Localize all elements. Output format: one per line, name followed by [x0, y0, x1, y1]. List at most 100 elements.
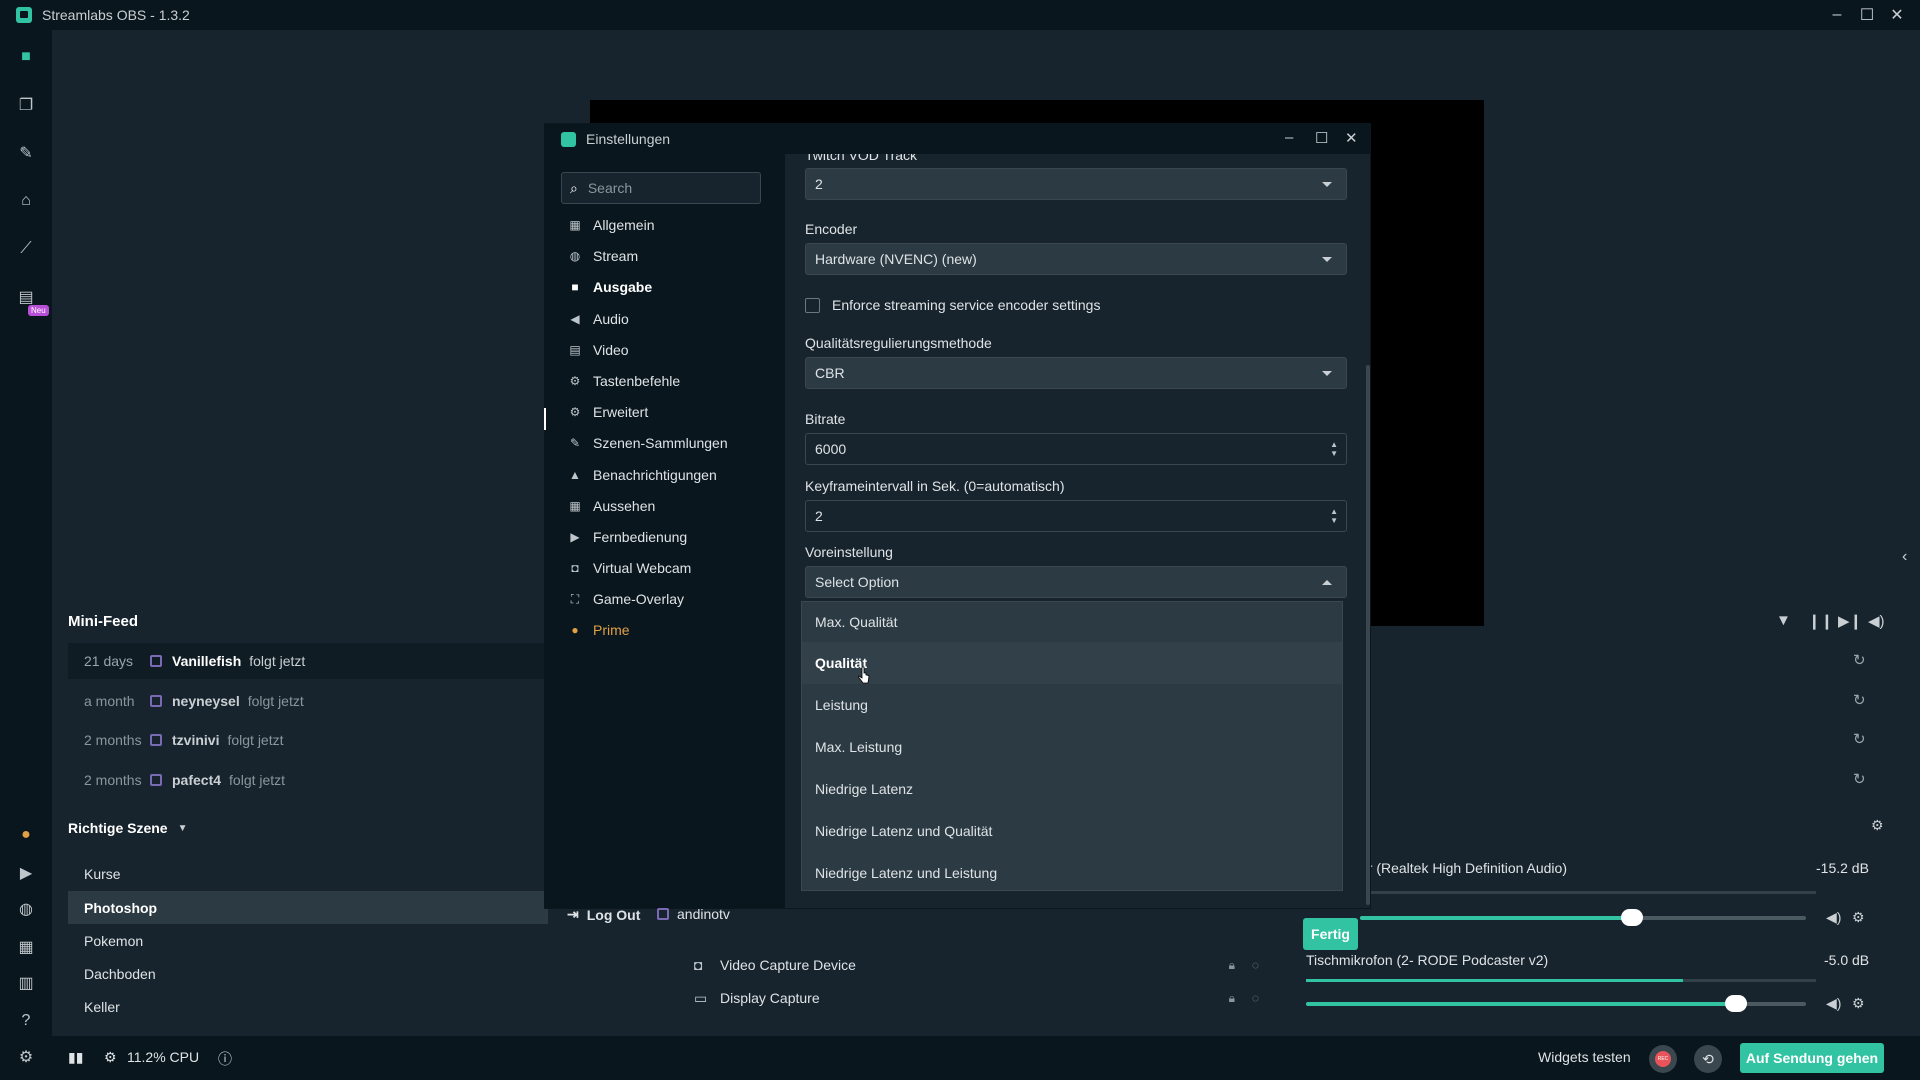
close-icon[interactable]: ✕: [1882, 0, 1912, 30]
scene-item[interactable]: Kurse: [68, 857, 548, 890]
minimize-icon[interactable]: –: [1822, 0, 1852, 30]
vod-track-select[interactable]: 2: [805, 168, 1347, 200]
track-gear-icon[interactable]: ⚙: [1852, 909, 1865, 926]
library-icon[interactable]: ▥: [15, 972, 37, 994]
preset-option[interactable]: Niedrige Latenz: [802, 768, 1342, 810]
category-erweitert[interactable]: ⚙ Erweitert: [567, 401, 649, 423]
category-ausgabe[interactable]: ■ Ausgabe: [567, 276, 652, 298]
scene-item[interactable]: Photoshop: [68, 891, 548, 924]
active-category-marker: [544, 408, 546, 430]
visibility-icon[interactable]: ◌: [1252, 991, 1259, 1005]
preset-option[interactable]: Niedrige Latenz und Qualität: [802, 810, 1342, 852]
dashboard-chart-icon[interactable]: ⟋: [15, 238, 37, 260]
source-item[interactable]: ◘ Video Capture Device 🔒︎ ◌: [680, 950, 1275, 980]
lock-icon[interactable]: 🔒︎: [1229, 958, 1235, 973]
twitch-icon: [150, 695, 162, 707]
twitch-icon: [150, 774, 162, 786]
logout-button[interactable]: ⇥ Log Out: [567, 906, 640, 923]
preset-option[interactable]: Max. Qualität: [802, 606, 1342, 638]
volume-slider[interactable]: [1306, 995, 1806, 1012]
minimize-icon[interactable]: –: [1285, 129, 1293, 146]
done-button[interactable]: Fertig: [1303, 918, 1358, 950]
filter-icon[interactable]: ▼: [1776, 612, 1791, 629]
keyframe-input[interactable]: 2 ▲ ▼: [805, 500, 1347, 532]
prime-icon[interactable]: ●: [15, 824, 37, 846]
film-icon: ▤: [569, 343, 581, 357]
volume-slider[interactable]: [1360, 909, 1806, 926]
preset-option[interactable]: Niedrige Latenz und Leistung: [802, 852, 1342, 894]
settings-scrollbar[interactable]: [1366, 365, 1370, 905]
replay-buffer-button[interactable]: ⟲: [1694, 1045, 1722, 1073]
volume-slider-knob[interactable]: [1725, 995, 1747, 1012]
scene-item[interactable]: Keller: [68, 990, 548, 1023]
settings-gear-icon[interactable]: ⚙: [15, 1046, 37, 1068]
replay-alert-icon[interactable]: ↻: [1853, 651, 1866, 669]
twitch-icon: [150, 655, 162, 667]
skip-icon[interactable]: ▶❙: [1838, 612, 1862, 630]
spinner-arrows-icon[interactable]: ▲ ▼: [1330, 440, 1338, 458]
visibility-icon[interactable]: ◌: [1252, 958, 1259, 972]
spinner-arrows-icon[interactable]: ▲ ▼: [1330, 507, 1338, 525]
volume-slider-knob[interactable]: [1621, 909, 1644, 926]
stats-chart-icon[interactable]: ▮▮: [68, 1049, 83, 1066]
category-benachrichtigungen[interactable]: ▲ Benachrichtigungen: [567, 464, 717, 486]
category-tastenbefehle[interactable]: ⚙ Tastenbefehle: [567, 370, 681, 392]
monitor-icon: ▭: [694, 989, 708, 1006]
search-input[interactable]: [587, 180, 738, 196]
chat-icon[interactable]: ◍: [15, 898, 37, 920]
category-video[interactable]: ▤ Video: [567, 339, 628, 361]
category-prime[interactable]: ● Prime: [567, 619, 629, 641]
preset-option[interactable]: Max. Leistung: [802, 726, 1342, 768]
category-aussehen[interactable]: ▦ Aussehen: [567, 495, 655, 517]
speaker-icon[interactable]: ◀): [1826, 909, 1841, 926]
pause-icon[interactable]: ❙❙: [1808, 612, 1833, 630]
enforce-encoder-checkbox[interactable]: Enforce streaming service encoder settin…: [805, 297, 1100, 313]
preset-option[interactable]: Leistung: [802, 684, 1342, 726]
editor-camera-icon[interactable]: ■: [15, 46, 37, 68]
category-game-overlay[interactable]: ⛶ Game-Overlay: [567, 588, 684, 610]
rate-control-select[interactable]: CBR: [805, 357, 1347, 389]
category-allgemein[interactable]: ▦ Allgemein: [567, 214, 654, 236]
lock-icon[interactable]: 🔒︎: [1229, 991, 1235, 1006]
category-fernbedienung[interactable]: ▶ Fernbedienung: [567, 526, 687, 548]
volume-icon[interactable]: ◀): [1868, 612, 1885, 630]
mixer-settings-gear-icon[interactable]: ⚙: [1871, 817, 1884, 834]
replay-alert-icon[interactable]: ↻: [1853, 730, 1866, 748]
bitrate-input[interactable]: 6000 ▲ ▼: [805, 433, 1347, 465]
layout-icon[interactable]: ▦: [15, 936, 37, 958]
maximize-icon[interactable]: ☐: [1315, 129, 1328, 147]
source-item[interactable]: ▭ Display Capture 🔒︎ ◌: [680, 983, 1275, 1013]
info-icon[interactable]: ⓘ: [218, 1049, 232, 1069]
chevron-left-icon[interactable]: ‹: [1902, 548, 1907, 566]
widgets-test-button[interactable]: Widgets testen: [1538, 1049, 1631, 1065]
help-icon[interactable]: ?: [15, 1010, 37, 1032]
preset-select[interactable]: Select Option: [805, 566, 1347, 598]
themes-icon[interactable]: ❐: [15, 94, 37, 116]
go-live-button[interactable]: Auf Sendung gehen: [1740, 1043, 1884, 1073]
webcam-icon: ◘: [571, 561, 579, 575]
record-button[interactable]: REC: [1649, 1045, 1677, 1073]
encoder-select[interactable]: Hardware (NVENC) (new): [805, 243, 1347, 275]
chevron-down-icon: ▼: [177, 822, 188, 834]
maximize-icon[interactable]: ☐: [1852, 0, 1882, 30]
scene-item[interactable]: Dachboden: [68, 957, 548, 990]
settings-search[interactable]: ⌕: [561, 172, 761, 204]
preset-option[interactable]: Qualität: [802, 642, 1342, 684]
replay-alert-icon[interactable]: ↻: [1853, 770, 1866, 788]
replay-alert-icon[interactable]: ↻: [1853, 691, 1866, 709]
encoder-label: Encoder: [805, 221, 858, 237]
app-store-icon[interactable]: ✎: [15, 142, 37, 164]
category-audio[interactable]: ◀ Audio: [567, 308, 628, 330]
scene-collection-selector[interactable]: Richtige Szene ▼: [68, 820, 188, 836]
scene-item[interactable]: Pokemon: [68, 924, 548, 957]
preset-label: Voreinstellung: [805, 544, 893, 560]
category-stream[interactable]: ◍ Stream: [567, 245, 638, 267]
speaker-icon[interactable]: ◀): [1826, 995, 1841, 1012]
close-icon[interactable]: ✕: [1345, 129, 1358, 147]
category-szenen-sammlungen[interactable]: ✎ Szenen-Sammlungen: [567, 432, 728, 454]
play-icon[interactable]: ▶: [15, 862, 37, 884]
store-icon[interactable]: ⌂: [15, 190, 37, 212]
checkbox-box[interactable]: [805, 297, 820, 313]
category-virtual-webcam[interactable]: ◘ Virtual Webcam: [567, 557, 691, 579]
track-gear-icon[interactable]: ⚙: [1852, 995, 1865, 1012]
